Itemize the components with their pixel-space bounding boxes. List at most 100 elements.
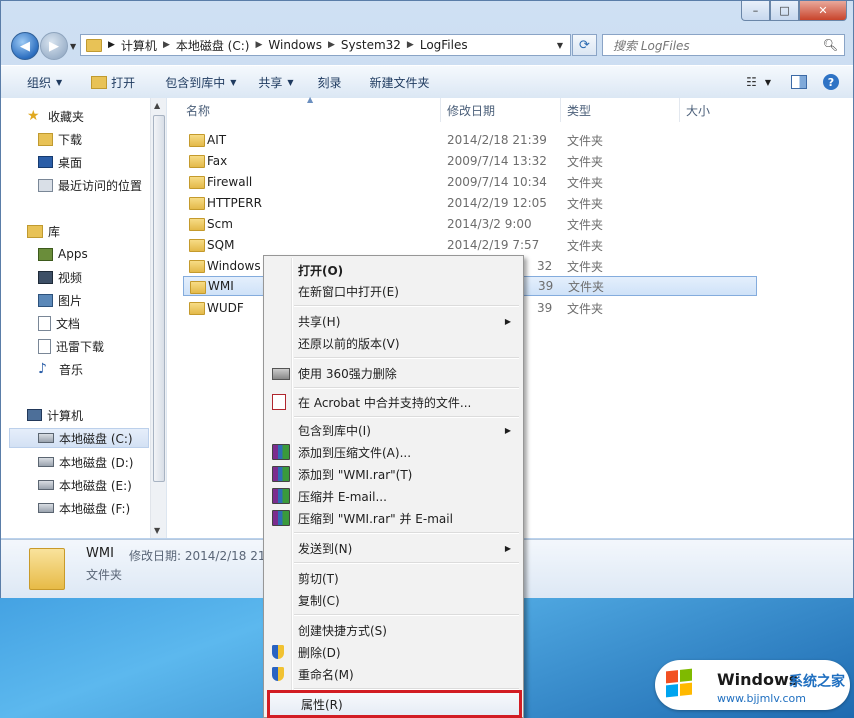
menu-item-restore[interactable]: 还原以前的版本(V) <box>266 332 521 354</box>
column-divider[interactable] <box>679 98 680 122</box>
chevron-right-icon[interactable]: ▶ <box>328 40 335 50</box>
file-name: Fax <box>207 154 228 168</box>
menu-item-include-library[interactable]: 包含到库中(I) ▶ <box>266 419 521 441</box>
column-header-label: 修改日期 <box>447 103 496 118</box>
column-header-date[interactable]: 修改日期 <box>447 98 495 122</box>
sidebar-item-videos[interactable]: 视频 <box>38 267 82 287</box>
file-row-firewall[interactable]: Firewall 2009/7/14 10:34 文件夹 <box>183 172 757 192</box>
breadcrumb-windows[interactable]: Windows <box>268 38 322 52</box>
star-icon: ★ <box>27 108 40 124</box>
file-date: 2014/2/19 7:57 <box>447 238 540 252</box>
watermark-logo: Windows 系统之家 www.bjjmlv.com <box>655 660 851 716</box>
search-icon[interactable]: 🔍︎ <box>823 38 838 52</box>
sidebar-item-drive-f[interactable]: 本地磁盘 (F:) <box>38 498 130 518</box>
file-row-httperr[interactable]: HTTPERR 2014/2/19 12:05 文件夹 <box>183 193 757 213</box>
column-divider[interactable] <box>560 98 561 122</box>
menu-item-properties[interactable]: 属性(R) <box>267 690 522 718</box>
sidebar-item-documents[interactable]: 文档 <box>38 313 80 333</box>
scroll-down-icon[interactable]: ▼ <box>154 526 160 535</box>
menu-label: 包含到库中(I) <box>298 423 371 438</box>
menu-item-cut[interactable]: 剪切(T) <box>266 567 521 589</box>
burn-button[interactable]: 刻录 <box>318 74 342 91</box>
column-header-label: 大小 <box>686 103 711 118</box>
chevron-down-icon[interactable]: ▼ <box>765 78 771 87</box>
drive-icon <box>38 480 54 490</box>
menu-item-open[interactable]: 打开(O) <box>266 259 521 281</box>
breadcrumb-computer[interactable]: 计算机 <box>121 37 157 54</box>
chevron-right-icon[interactable]: ▶ <box>108 40 115 50</box>
menu-item-add-archive[interactable]: 添加到压缩文件(A)... <box>266 441 521 463</box>
menu-item-rename[interactable]: 重命名(M) <box>266 663 521 685</box>
menu-item-share[interactable]: 共享(H) ▶ <box>266 310 521 332</box>
close-button[interactable]: ✕ <box>799 1 847 21</box>
file-row-sqm[interactable]: SQM 2014/2/19 7:57 文件夹 <box>183 235 757 255</box>
search-input[interactable] <box>611 38 815 54</box>
sidebar-item-drive-e[interactable]: 本地磁盘 (E:) <box>38 475 132 495</box>
organize-button[interactable]: 组织 ▼ <box>27 74 62 91</box>
menu-item-360-delete[interactable]: 使用 360强力删除 <box>266 362 521 384</box>
share-button[interactable]: 共享 ▼ <box>258 74 293 91</box>
open-button[interactable]: 打开 <box>91 74 135 91</box>
sidebar-item-xunlei[interactable]: 迅雷下载 <box>38 336 104 356</box>
watermark-url: www.bjjmlv.com <box>717 692 806 705</box>
column-header-size[interactable]: 大小 <box>686 98 710 122</box>
breadcrumb-drive-c[interactable]: 本地磁盘 (C:) <box>176 37 250 54</box>
search-box[interactable]: 🔍︎ <box>602 34 845 56</box>
menu-item-add-to-rar[interactable]: 添加到 "WMI.rar"(T) <box>266 463 521 485</box>
sidebar-item-favorites[interactable]: ★ 收藏夹 <box>27 106 84 126</box>
sidebar-item-apps[interactable]: Apps <box>38 244 88 264</box>
menu-separator <box>294 614 519 616</box>
file-row-ait[interactable]: AIT 2014/2/18 21:39 文件夹 <box>183 130 757 150</box>
menu-item-acrobat[interactable]: 在 Acrobat 中合并支持的文件... <box>266 391 521 413</box>
address-bar[interactable]: ▶ 计算机 ▶ 本地磁盘 (C:) ▶ Windows ▶ System32 ▶ Log… <box>80 34 571 56</box>
forward-button[interactable]: ▶ <box>40 32 68 60</box>
sidebar-item-libraries[interactable]: 库 <box>27 221 60 241</box>
menu-label: 重命名(M) <box>298 667 354 682</box>
chevron-right-icon[interactable]: ▶ <box>255 40 262 50</box>
sidebar-item-computer[interactable]: 计算机 <box>27 405 83 425</box>
file-row-fax[interactable]: Fax 2009/7/14 13:32 文件夹 <box>183 151 757 171</box>
column-header-type[interactable]: 类型 <box>567 98 591 122</box>
menu-label: 发送到(N) <box>298 541 353 556</box>
music-icon: ♪ <box>38 361 47 377</box>
sidebar-item-desktop[interactable]: 桌面 <box>38 152 82 172</box>
new-folder-button[interactable]: 新建文件夹 <box>370 74 430 91</box>
menu-item-delete[interactable]: 删除(D) <box>266 641 521 663</box>
chevron-right-icon[interactable]: ▶ <box>407 40 414 50</box>
menu-item-open-new-window[interactable]: 在新窗口中打开(E) <box>266 280 521 302</box>
chevron-right-icon[interactable]: ▶ <box>163 40 170 50</box>
sidebar-item-pictures[interactable]: 图片 <box>38 290 82 310</box>
sidebar-item-music[interactable]: ♪ 音乐 <box>38 359 83 379</box>
scrollbar-thumb[interactable] <box>153 115 165 482</box>
navigation-scrollbar[interactable]: ▲ ▼ <box>150 98 166 538</box>
file-date: 2009/7/14 10:34 <box>447 175 547 189</box>
menu-item-create-shortcut[interactable]: 创建快捷方式(S) <box>266 619 521 641</box>
menu-item-compress-email[interactable]: 压缩并 E-mail... <box>266 485 521 507</box>
sidebar-item-recent[interactable]: 最近访问的位置 <box>38 175 142 195</box>
menu-label: 压缩到 "WMI.rar" 并 E-mail <box>298 511 453 526</box>
address-dropdown-icon[interactable]: ▼ <box>557 41 563 50</box>
back-button[interactable]: ◀ <box>11 32 39 60</box>
column-divider[interactable] <box>440 98 441 122</box>
breadcrumb-system32[interactable]: System32 <box>341 38 401 52</box>
help-icon[interactable]: ? <box>823 74 839 90</box>
breadcrumb-logfiles[interactable]: LogFiles <box>420 38 468 52</box>
include-library-button[interactable]: 包含到库中 ▼ <box>165 74 236 91</box>
menu-label: 添加到压缩文件(A)... <box>298 445 412 460</box>
document-icon <box>38 315 51 331</box>
view-options-icon[interactable]: ☷ <box>746 75 757 89</box>
column-header-name[interactable]: 名称 <box>186 98 210 122</box>
menu-item-compress-rar-email[interactable]: 压缩到 "WMI.rar" 并 E-mail <box>266 507 521 529</box>
refresh-button[interactable]: ⟳ <box>572 34 597 56</box>
sidebar-item-downloads[interactable]: 下载 <box>38 129 82 149</box>
preview-pane-icon[interactable] <box>791 75 807 89</box>
sidebar-item-drive-d[interactable]: 本地磁盘 (D:) <box>38 452 133 472</box>
sidebar-label: 桌面 <box>58 155 83 170</box>
menu-item-send-to[interactable]: 发送到(N) ▶ <box>266 537 521 559</box>
menu-item-copy[interactable]: 复制(C) <box>266 589 521 611</box>
scroll-up-icon[interactable]: ▲ <box>154 101 160 110</box>
sidebar-item-drive-c[interactable]: 本地磁盘 (C:) <box>9 428 149 448</box>
minimize-button[interactable]: – <box>741 1 770 21</box>
maximize-button[interactable]: □ <box>770 1 799 21</box>
file-row-scm[interactable]: Scm 2014/3/2 9:00 文件夹 <box>183 214 757 234</box>
